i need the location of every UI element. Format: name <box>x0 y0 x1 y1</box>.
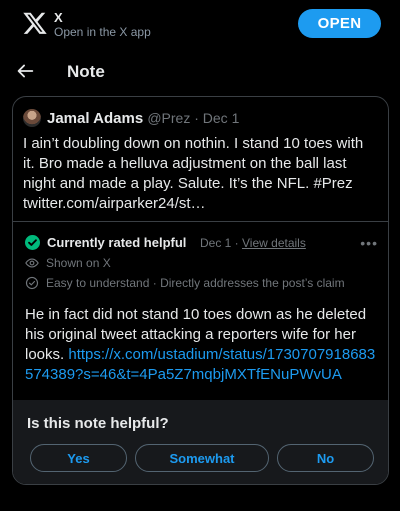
shown-on-row: Shown on X <box>25 256 111 272</box>
avatar[interactable] <box>23 109 41 127</box>
author-name[interactable]: Jamal Adams <box>47 110 143 127</box>
no-button[interactable]: No <box>277 444 374 472</box>
page-header: Note <box>0 50 400 92</box>
tweet-text: I ain’t doubling down on nothin. I stand… <box>23 135 364 212</box>
check-circle-icon <box>25 235 40 250</box>
note-source-link[interactable]: https://x.com/ustadium/status/1730707918… <box>25 346 375 383</box>
yes-button[interactable]: Yes <box>30 444 127 472</box>
eye-icon <box>25 256 39 270</box>
author-handle-date: @Prez · Dec 1 <box>147 110 240 126</box>
x-logo-icon <box>22 9 48 37</box>
checkmark-circle-outline-icon <box>25 276 39 290</box>
note-body: He in fact did not stand 10 toes down as… <box>25 305 380 385</box>
view-details-link[interactable]: View details <box>242 236 306 250</box>
helpful-question: Is this note helpful? <box>27 415 169 432</box>
note-card: Jamal Adams @Prez · Dec 1 I ain’t doubli… <box>12 96 389 485</box>
back-arrow-icon[interactable] <box>14 60 36 82</box>
banner-subtitle: Open in the X app <box>54 25 151 39</box>
tweet-author: Jamal Adams @Prez · Dec 1 <box>47 110 239 127</box>
rating-status: Currently rated helpful <box>47 235 187 250</box>
rating-status-row: Currently rated helpful Dec 1 · View det… <box>25 234 380 252</box>
community-note: Currently rated helpful Dec 1 · View det… <box>13 221 388 484</box>
helpful-prompt: Is this note helpful? Yes Somewhat No <box>13 400 388 484</box>
note-tags: Easy to understand · Directly addresses … <box>46 276 345 290</box>
page-title: Note <box>67 62 105 81</box>
more-options-icon[interactable]: ••• <box>360 235 378 251</box>
note-date: Dec 1 · <box>200 236 243 250</box>
open-app-button[interactable]: OPEN <box>298 9 381 38</box>
banner-app-name: X <box>54 10 63 25</box>
shown-on-label: Shown on X <box>46 256 111 270</box>
app-banner: X Open in the X app OPEN <box>0 0 400 48</box>
tags-row: Easy to understand · Directly addresses … <box>25 276 345 292</box>
note-meta: Dec 1 · View details <box>200 236 306 250</box>
somewhat-button[interactable]: Somewhat <box>135 444 269 472</box>
